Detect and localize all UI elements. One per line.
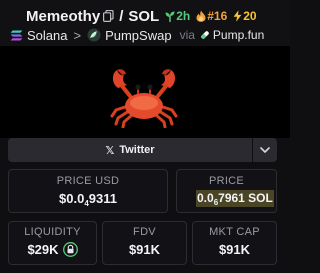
fdv-card: FDV $91K [102,221,187,265]
price-sol-card: PRICE 0.067961 SOL [176,169,277,213]
price-usd-prefix: $0.0 [59,191,85,206]
trending-rank[interactable]: #16 [196,9,227,23]
seedling-icon [165,11,175,22]
boost-count[interactable]: 20 [233,9,257,23]
token-banner [0,46,290,138]
twitter-button[interactable]: 𝕏 Twitter [8,138,252,162]
liquidity-value-row: $29K [9,242,96,257]
pair-age-value: 2h [176,9,191,23]
price-usd-card: PRICE USD $0.049311 [8,169,168,213]
socials-dropdown-toggle[interactable] [253,138,277,162]
price-sol-value: 0.067961 SOL [196,190,274,207]
lightning-icon [233,10,242,22]
pair-age: 2h [165,9,190,23]
liquidity-label: LIQUIDITY [24,226,81,238]
x-icon: 𝕏 [105,144,115,157]
breadcrumb-launchpad[interactable]: Pump.fun [213,28,264,42]
breadcrumb-via: via [179,28,195,42]
token-name: Memeothy [26,7,101,25]
market-cap-value: $91K [218,242,251,257]
fdv-value: $91K [128,242,161,257]
liquidity-value: $29K [27,242,59,257]
pill-icon [200,30,210,40]
liquidity-card: LIQUIDITY $29K [8,221,97,265]
price-sol-digits: 7961 SOL [218,191,273,205]
solana-icon [10,30,23,41]
pair-separator: / [119,7,124,25]
pair-title-row: Memeothy / SOL 2h #16 20 [26,6,257,26]
pair-header: Memeothy / SOL 2h #16 20 Solana > PumpSw… [0,0,290,46]
price-usd-digits: 9311 [88,191,117,206]
breadcrumb-dex[interactable]: PumpSwap [105,28,171,43]
fdv-label: FDV [133,226,156,238]
pumpswap-icon [87,28,101,42]
price-sol-label: PRICE [208,175,245,187]
market-cap-card: MKT CAP $91K [192,221,277,265]
breadcrumb-chain[interactable]: Solana [27,28,67,43]
crab-icon [110,69,178,128]
flame-icon [196,10,206,22]
copy-icon[interactable] [103,10,114,22]
price-usd-value: $0.049311 [9,191,167,208]
trending-rank-value: #16 [207,9,228,23]
breadcrumb-arrow: > [73,27,82,43]
price-usd-label: PRICE USD [56,175,120,187]
quote-symbol: SOL [128,7,160,25]
boost-count-value: 20 [243,9,257,23]
twitter-label: Twitter [119,144,155,156]
price-sol-prefix: 0.0 [197,191,214,205]
breadcrumb: Solana > PumpSwap via Pump.fun [10,27,264,43]
market-cap-label: MKT CAP [209,226,260,238]
lock-icon[interactable] [62,242,78,257]
chevron-down-icon [260,147,270,153]
